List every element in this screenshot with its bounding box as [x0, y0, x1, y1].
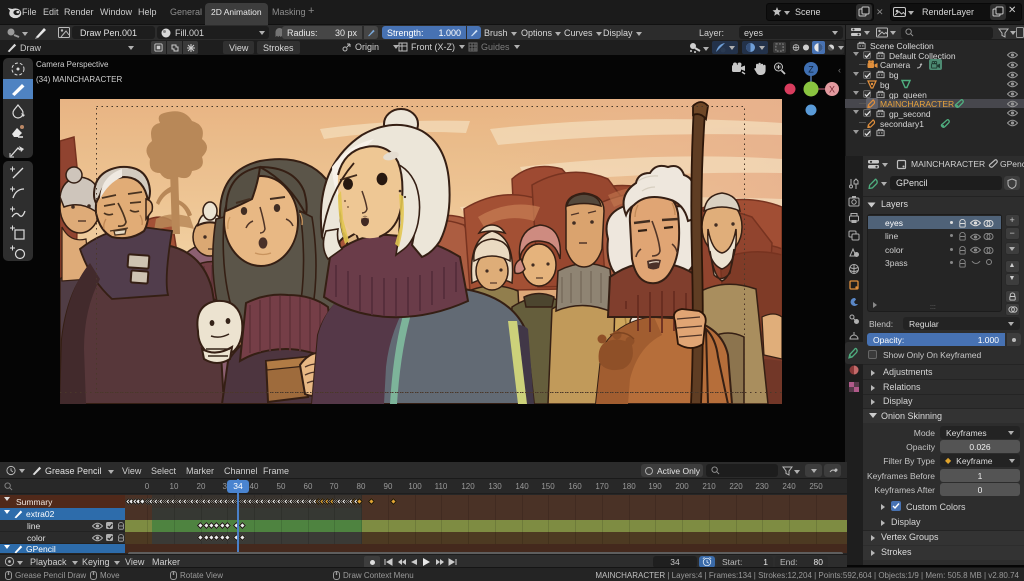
svg-text:Z: Z: [808, 65, 814, 75]
svg-text:X: X: [829, 85, 835, 95]
